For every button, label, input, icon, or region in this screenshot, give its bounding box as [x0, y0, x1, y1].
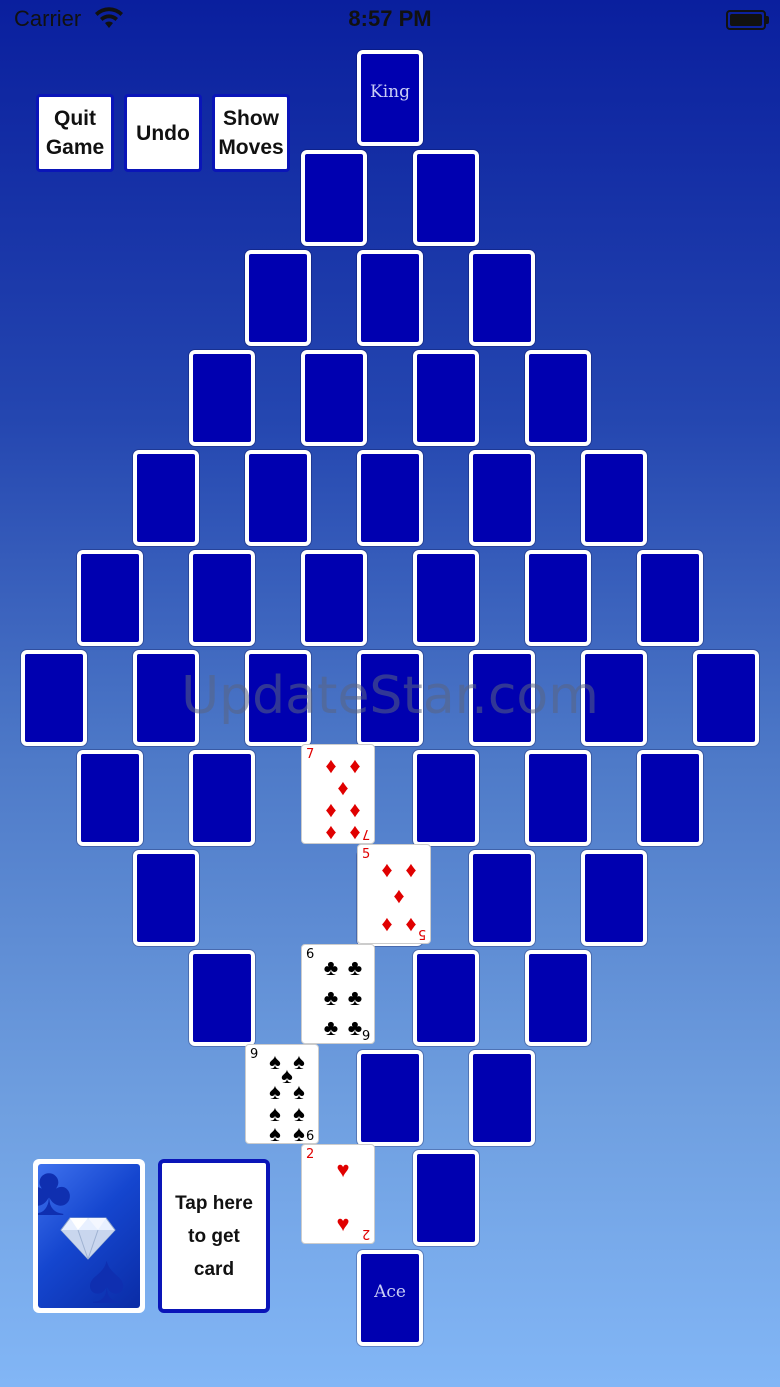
suit-pip-icon: ♦ [325, 819, 337, 844]
suit-pip-icon: ♦ [337, 775, 349, 800]
card-back[interactable] [413, 750, 479, 846]
suit-pip-icon: ♦ [325, 753, 337, 778]
card-back[interactable] [189, 550, 255, 646]
show-moves-button[interactable]: Show Moves [212, 94, 290, 172]
rank-label: 2 [361, 1226, 370, 1241]
card-back[interactable] [133, 650, 199, 746]
card-back[interactable] [581, 850, 647, 946]
card-back[interactable] [77, 550, 143, 646]
card-back[interactable] [413, 950, 479, 1046]
card-back[interactable] [133, 450, 199, 546]
rank-label: 6 [306, 947, 315, 962]
card-back[interactable] [469, 250, 535, 346]
undo-button[interactable]: Undo [124, 94, 202, 172]
suit-pip-icon: ♥ [336, 1211, 350, 1236]
card-back[interactable] [357, 450, 423, 546]
suit-pip-icon: ♦ [381, 857, 393, 882]
card-back[interactable] [413, 550, 479, 646]
card-back[interactable] [469, 650, 535, 746]
tap-to-get-card-button[interactable]: Tap here to get card [158, 1159, 270, 1313]
card-back[interactable] [413, 150, 479, 246]
card-back[interactable] [245, 250, 311, 346]
suit-pip-icon: ♣ [347, 985, 363, 1010]
suit-pip-icon: ♠ [269, 1079, 281, 1104]
rank-label: 9 [250, 1047, 259, 1062]
card-back[interactable] [301, 350, 367, 446]
suit-pip-icon: ♦ [381, 911, 393, 936]
clock: 8:57 PM [348, 6, 432, 31]
card-back[interactable] [413, 350, 479, 446]
card-back[interactable] [301, 150, 367, 246]
card-back[interactable] [189, 750, 255, 846]
card-back[interactable] [469, 450, 535, 546]
card-back[interactable] [21, 650, 87, 746]
card-back[interactable] [357, 1050, 423, 1146]
suit-pip-icon: ♦ [393, 883, 405, 908]
card-back[interactable] [189, 950, 255, 1046]
card-back[interactable] [693, 650, 759, 746]
rank-label: 5 [362, 847, 371, 862]
suit-pip-icon: ♦ [405, 911, 417, 936]
suit-pip-icon: ♣ [323, 1015, 339, 1040]
king-label: King [370, 82, 410, 102]
two-of-hearts-card[interactable]: 2 2 ♥ ♥ [301, 1144, 375, 1244]
suit-pip-icon: ♦ [349, 797, 361, 822]
card-back[interactable] [357, 250, 423, 346]
suit-pip-icon: ♣ [323, 985, 339, 1010]
card-back[interactable] [133, 850, 199, 946]
suit-pip-icon: ♦ [325, 797, 337, 822]
card-back[interactable] [469, 850, 535, 946]
rank-label: 2 [306, 1147, 315, 1162]
ace-label: Ace [374, 1282, 406, 1302]
suit-pip-icon: ♦ [405, 857, 417, 882]
status-bar: Carrier 8:57 PM [0, 0, 780, 40]
draw-pile[interactable]: ♣ ♠ [33, 1159, 145, 1313]
card-back[interactable] [525, 750, 591, 846]
six-of-clubs-card[interactable]: 6 6 ♣ ♣ ♣ ♣ ♣ ♣ [301, 944, 375, 1044]
card-back[interactable] [525, 550, 591, 646]
card-back[interactable] [189, 350, 255, 446]
quit-game-button[interactable]: Quit Game [36, 94, 114, 172]
card-back[interactable] [637, 550, 703, 646]
card-back[interactable] [413, 1150, 479, 1246]
suit-pip-icon: ♣ [347, 955, 363, 980]
deck-back-design: ♣ ♠ [38, 1164, 140, 1308]
suit-pip-icon: ♣ [323, 955, 339, 980]
card-back[interactable] [525, 950, 591, 1046]
rank-label: 7 [306, 747, 315, 762]
suit-pip-icon: ♦ [349, 819, 361, 844]
card-back[interactable] [581, 450, 647, 546]
card-back[interactable] [357, 650, 423, 746]
card-back[interactable] [301, 550, 367, 646]
card-back[interactable] [525, 350, 591, 446]
card-back[interactable] [245, 650, 311, 746]
diamond-gem-icon [60, 1217, 116, 1260]
suit-pip-icon: ♠ [269, 1121, 281, 1146]
seven-of-diamonds-card[interactable]: 7 7 ♦ ♦ ♦ ♦ ♦ ♦ ♦ [301, 744, 375, 844]
nine-of-spades-card[interactable]: 9 9 ♠ ♠ ♠ ♠ ♠ ♠ ♠ ♠ ♠ [245, 1044, 319, 1146]
card-back[interactable] [581, 650, 647, 746]
battery-icon [726, 10, 769, 30]
card-back[interactable] [245, 450, 311, 546]
ace-slot-card[interactable]: Ace [357, 1250, 423, 1346]
suit-pip-icon: ♠ [293, 1079, 305, 1104]
suit-pip-icon: ♣ [347, 1015, 363, 1040]
card-back[interactable] [77, 750, 143, 846]
suit-pip-icon: ♥ [336, 1157, 350, 1182]
suit-pip-icon: ♠ [293, 1121, 305, 1146]
suit-pip-icon: ♦ [349, 753, 361, 778]
king-slot-card[interactable]: King [357, 50, 423, 146]
five-of-diamonds-card[interactable]: 5 5 ♦ ♦ ♦ ♦ ♦ [357, 844, 431, 944]
card-back[interactable] [469, 1050, 535, 1146]
card-back[interactable] [637, 750, 703, 846]
